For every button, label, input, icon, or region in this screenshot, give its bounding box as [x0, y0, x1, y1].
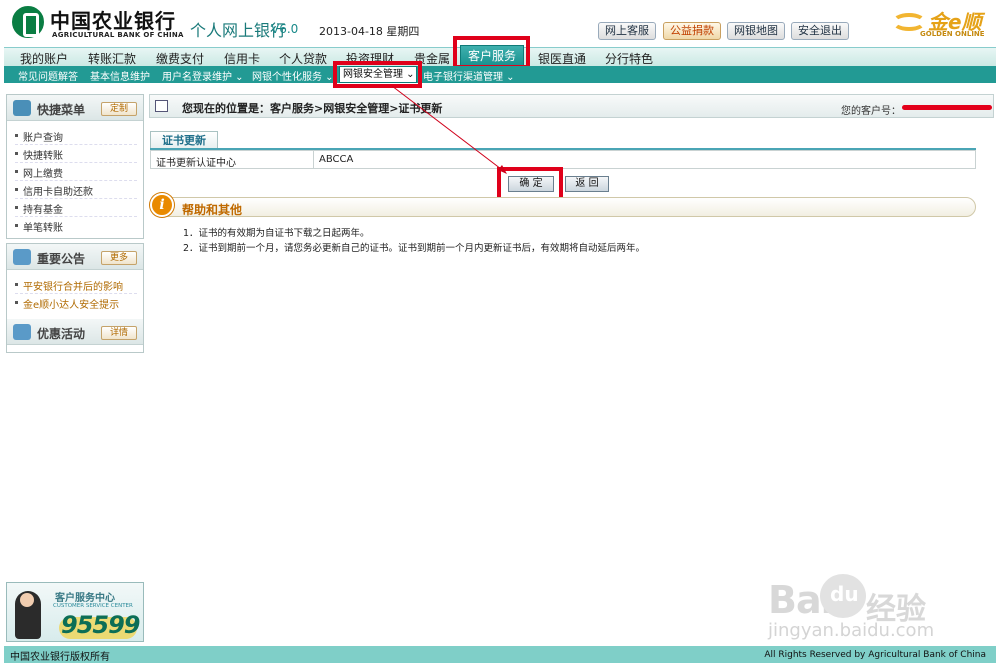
service-center-subtitle: CUSTOMER SERVICE CENTER [53, 603, 133, 609]
service-center-title: 客户服务中心 [55, 593, 115, 604]
quick-link-single-transfer[interactable]: 单笔转账 [15, 219, 63, 234]
footer: 中国农业银行版权所有 All Rights Reserved by Agricu… [4, 646, 996, 663]
subnav-personalization[interactable]: 网银个性化服务 ⌄ [252, 68, 334, 83]
quick-link-funds[interactable]: 持有基金 [15, 201, 63, 216]
promotion-icon [13, 324, 31, 340]
golden-online-logo-en: GOLDEN ONLINE [920, 30, 985, 38]
notice-item[interactable]: 金e顺小达人安全提示 [14, 296, 119, 311]
notice-panel: 重要公告 更多 平安银行合并后的影响 金e顺小达人安全提示 优惠活动 详情 [6, 243, 144, 353]
nav-precious-metal[interactable]: 贵金属 [414, 50, 450, 67]
baidu-paw-icon: du [820, 574, 866, 618]
logout-button[interactable]: 安全退出 [791, 22, 849, 40]
quick-link-fast-transfer[interactable]: 快捷转账 [15, 147, 63, 162]
notice-icon [13, 249, 31, 265]
current-date: 2013-04-18 星期四 [319, 25, 420, 38]
subnav-security-label: 网银安全管理 ⌄ [343, 69, 415, 80]
nav-personal-loan[interactable]: 个人贷款 [279, 50, 327, 67]
divider [15, 293, 137, 294]
cert-authority-value: ABCCA [319, 154, 354, 165]
notice-title: 重要公告 [37, 252, 86, 266]
breadcrumb-bar: 您现在的位置是：客户服务>网银安全管理>证书更新 您的客户号： [149, 94, 994, 118]
subnav-faq[interactable]: 常见问题解答 [18, 68, 78, 83]
subnav-security-management[interactable]: 网银安全管理 ⌄ [339, 66, 417, 83]
nav-customer-service-label: 客户服务 [467, 49, 516, 63]
cert-authority-label: 证书更新认证中心 [156, 158, 236, 169]
tab-certificate-update[interactable]: 证书更新 [150, 131, 218, 149]
divider [15, 162, 137, 163]
online-service-button[interactable]: 网上客服 [598, 22, 656, 40]
quick-menu-panel: 快捷菜单 定制 账户查询 快捷转账 网上缴费 信用卡自助还款 持有基金 单笔转账 [6, 94, 144, 239]
subnav-basic-info[interactable]: 基本信息维护 [90, 68, 150, 83]
abc-logo-icon [12, 6, 44, 38]
service-phone-number: 95599 [61, 611, 140, 639]
info-icon: i [150, 193, 174, 217]
divider [15, 198, 137, 199]
header: 中国农业银行 AGRICULTURAL BANK OF CHINA 个人网上银行… [0, 0, 1000, 46]
golden-online-icon [892, 13, 926, 31]
quick-menu-title: 快捷菜单 [37, 103, 86, 117]
copyright-en: All Rights Reserved by Agricultural Bank… [764, 650, 986, 660]
baidu-watermark-du: du [830, 582, 859, 606]
quick-link-online-payment[interactable]: 网上缴费 [15, 165, 63, 180]
nav-payment[interactable]: 缴费支付 [156, 50, 204, 67]
nav-my-account[interactable]: 我的账户 [20, 50, 68, 67]
nav-investment[interactable]: 投资理财 [346, 50, 394, 67]
promotion-title: 优惠活动 [37, 327, 86, 341]
divider [313, 151, 314, 168]
customer-service-banner[interactable]: 客户服务中心 CUSTOMER SERVICE CENTER 95599 [6, 582, 144, 642]
site-version: V6.0 [271, 22, 299, 36]
donation-button[interactable]: 公益捐款 [663, 22, 721, 40]
help-bar [150, 197, 976, 217]
help-line: 1．证书的有效期为自证书下载之日起两年。 [183, 228, 370, 239]
divider [15, 144, 137, 145]
nav-hospital-direct[interactable]: 银医直通 [538, 50, 586, 67]
nav-credit-card[interactable]: 信用卡 [224, 50, 260, 67]
form-row: 证书更新认证中心 ABCCA [150, 150, 976, 169]
notice-header: 重要公告 更多 [7, 244, 143, 270]
sub-nav: 常见问题解答 基本信息维护 用户名登录维护 ⌄ 网银个性化服务 ⌄ 电子银行渠道… [4, 66, 996, 83]
location-icon [155, 100, 168, 112]
subnav-login-maintenance[interactable]: 用户名登录维护 ⌄ [162, 68, 244, 83]
notice-more-button[interactable]: 更多 [101, 251, 137, 265]
customize-button[interactable]: 定制 [101, 102, 137, 116]
bank-map-button[interactable]: 网银地图 [727, 22, 785, 40]
confirm-button[interactable]: 确 定 [508, 176, 554, 192]
nav-customer-service[interactable]: 客户服务 [460, 45, 524, 67]
bank-name: 中国农业银行 [50, 9, 176, 33]
promotion-header: 优惠活动 详情 [7, 319, 143, 345]
notice-item[interactable]: 平安银行合并后的影响 [15, 278, 123, 293]
bank-name-en: AGRICULTURAL BANK OF CHINA [52, 31, 184, 39]
watermark-url: jingyan.baidu.com [768, 620, 935, 641]
service-agent-face [20, 593, 34, 607]
divider [15, 180, 137, 181]
quick-link-account-query[interactable]: 账户查询 [15, 129, 63, 144]
quick-link-credit-repay[interactable]: 信用卡自助还款 [15, 183, 93, 198]
quick-menu-header: 快捷菜单 定制 [7, 95, 143, 121]
promotion-detail-button[interactable]: 详情 [101, 326, 137, 340]
copyright-cn: 中国农业银行版权所有 [10, 652, 110, 663]
quick-menu-icon [13, 100, 31, 116]
customer-number-label: 您的客户号： [841, 106, 901, 117]
breadcrumb: 您现在的位置是：客户服务>网银安全管理>证书更新 [182, 102, 443, 115]
back-button[interactable]: 返 回 [565, 176, 609, 192]
divider [15, 216, 137, 217]
subnav-channel-management[interactable]: 电子银行渠道管理 ⌄ [423, 68, 515, 83]
customer-number-redacted [902, 105, 992, 110]
nav-branch-feature[interactable]: 分行特色 [605, 50, 653, 67]
help-title: 帮助和其他 [182, 203, 243, 217]
nav-transfer[interactable]: 转账汇款 [88, 50, 136, 67]
help-line: 2．证书到期前一个月，请您务必更新自己的证书。证书到期前一个月内更新证书后，有效… [183, 243, 646, 254]
